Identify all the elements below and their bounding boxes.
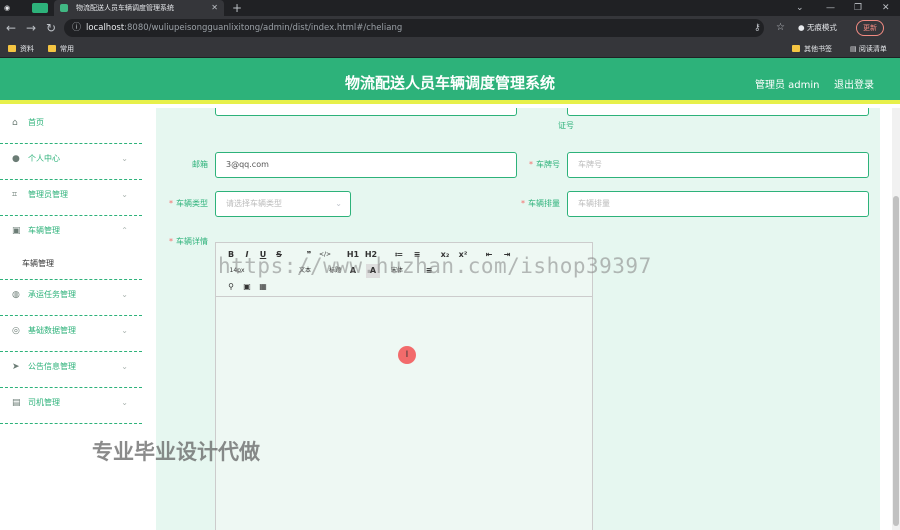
reading-list[interactable]: ▤ 阅读清单 bbox=[850, 40, 887, 58]
sidebar-item-notices[interactable]: ➤ 公告信息管理 ⌄ bbox=[0, 352, 142, 388]
watermark-text: 专业毕业设计代做 bbox=[92, 440, 260, 464]
site-info-icon[interactable]: ⓘ bbox=[72, 19, 81, 37]
chevron-down-icon: ⌄ bbox=[121, 190, 128, 199]
folder-icon bbox=[8, 45, 16, 52]
home-icon: ⌂ bbox=[12, 118, 18, 128]
sidebar-item-label: 公告信息管理 bbox=[28, 362, 76, 371]
sidebar-item-profile[interactable]: ● 个人中心 ⌄ bbox=[0, 144, 142, 180]
link-icon[interactable]: ⚲ bbox=[224, 280, 238, 294]
url-input[interactable]: ⓘ localhost:8080/wuliupeisongguanlixiton… bbox=[64, 19, 764, 37]
sidebar-item-label: 管理员管理 bbox=[28, 190, 68, 199]
incognito-label: 无痕模式 bbox=[806, 23, 837, 32]
app-header: 物流配送人员车辆调度管理系统 管理员 admin 退出登录 bbox=[0, 58, 900, 104]
bookmark-folder-changyong[interactable]: 常用 bbox=[48, 40, 74, 58]
vue-favicon-icon bbox=[60, 4, 68, 12]
scrolled-field-label: 证号 bbox=[558, 121, 574, 130]
active-tab[interactable]: 物流配送人员车辆调度管理系统 ✕ bbox=[54, 0, 224, 16]
chevron-down-icon: ⌄ bbox=[121, 398, 128, 407]
page-scrollbar[interactable] bbox=[892, 108, 900, 530]
bookmark-star-icon[interactable]: ☆ bbox=[776, 20, 785, 36]
send-icon: ➤ bbox=[12, 362, 20, 372]
email-field[interactable]: 3@qq.com bbox=[215, 152, 517, 178]
video-icon[interactable]: ▦ bbox=[256, 280, 270, 294]
cursor-indicator: I bbox=[398, 346, 416, 364]
pinned-tab-icon[interactable] bbox=[32, 3, 48, 13]
browser-tabstrip: ◉ 物流配送人员车辆调度管理系统 ✕ + ⌄ — ❐ ✕ bbox=[0, 0, 900, 16]
forward-icon[interactable]: → bbox=[26, 20, 36, 36]
watermark-url: https://www.huzhan.com/ishop39397 bbox=[218, 254, 652, 278]
incognito-icon: ● bbox=[798, 23, 805, 32]
chevron-up-icon: ⌃ bbox=[121, 226, 128, 235]
vehicle-form: 证号 邮箱 3@qq.com * 车牌号 车牌号 * 车辆类型 请选择车辆类型 ⌄ … bbox=[156, 108, 880, 530]
vehicle-type-placeholder: 请选择车辆类型 bbox=[226, 199, 282, 208]
rich-text-editor[interactable]: B I U S ❞ </> H1 H2 ≔ ≡ x₂ x² ⇤ ⇥ 14px 文… bbox=[215, 242, 593, 530]
chevron-down-icon: ⌄ bbox=[121, 154, 128, 163]
sidebar-item-vehicles[interactable]: ▣ 车辆管理 ⌃ bbox=[0, 216, 142, 252]
chevron-down-icon: ⌄ bbox=[121, 362, 128, 371]
crop-icon: ⌗ bbox=[12, 190, 18, 200]
browser-menu-icon[interactable]: ◉ bbox=[4, 0, 18, 16]
sidebar-item-drivers[interactable]: ▤ 司机管理 ⌄ bbox=[0, 388, 142, 424]
bookmarks-bar: 资料 常用 其他书签 ▤ 阅读清单 bbox=[0, 40, 900, 58]
tab-search-icon[interactable]: ⌄ bbox=[796, 0, 804, 16]
vehicle-type-label: * 车辆类型 bbox=[169, 199, 208, 208]
scrolled-input-left[interactable] bbox=[215, 108, 517, 116]
incognito-indicator[interactable]: ● 无痕模式 bbox=[798, 21, 837, 35]
sidebar-item-base-data[interactable]: ◎ 基础数据管理 ⌄ bbox=[0, 316, 142, 352]
back-icon[interactable]: ← bbox=[6, 20, 16, 36]
main-content: 证号 邮箱 3@qq.com * 车牌号 车牌号 * 车辆类型 请选择车辆类型 ⌄ … bbox=[142, 108, 892, 530]
sidebar-item-label: 承运任务管理 bbox=[28, 290, 76, 299]
new-tab-icon[interactable]: + bbox=[232, 0, 242, 16]
sidebar-item-admins[interactable]: ⌗ 管理员管理 ⌄ bbox=[0, 180, 142, 216]
close-window-icon[interactable]: ✕ bbox=[882, 0, 890, 16]
plate-label: * 车牌号 bbox=[529, 160, 560, 169]
chevron-down-icon: ⌄ bbox=[121, 290, 128, 299]
scrollbar-thumb[interactable] bbox=[893, 196, 899, 526]
globe-icon: ◍ bbox=[12, 290, 20, 300]
compass-icon: ◎ bbox=[12, 326, 20, 336]
vehicle-type-select[interactable]: 请选择车辆类型 ⌄ bbox=[215, 191, 351, 217]
sidebar-item-home[interactable]: ⌂ 首页 bbox=[0, 108, 142, 144]
email-label: 邮箱 bbox=[192, 160, 208, 169]
current-user: 管理员 admin bbox=[755, 80, 820, 91]
scrolled-input-right[interactable] bbox=[567, 108, 869, 116]
folder-icon bbox=[48, 45, 56, 52]
chevron-down-icon: ⌄ bbox=[121, 326, 128, 335]
user-icon: ● bbox=[12, 154, 20, 164]
url-path: :8080/wuliupeisongguanlixitong/admin/dis… bbox=[124, 23, 403, 33]
sidebar-item-tasks[interactable]: ◍ 承运任务管理 ⌄ bbox=[0, 280, 142, 316]
clipboard-icon: ▣ bbox=[12, 226, 21, 236]
update-button[interactable]: 更新 bbox=[856, 20, 884, 36]
capacity-label: * 车辆排量 bbox=[521, 199, 560, 208]
sidebar-item-label: 基础数据管理 bbox=[28, 326, 76, 335]
sidebar-item-label: 首页 bbox=[28, 118, 44, 127]
bookmark-folder-other[interactable]: 其他书签 bbox=[792, 40, 832, 58]
capacity-input[interactable]: 车辆排量 bbox=[567, 191, 869, 217]
folder-icon bbox=[792, 45, 800, 52]
vehicle-detail-label: * 车辆详情 bbox=[169, 237, 208, 246]
sidebar-item-label: 司机管理 bbox=[28, 398, 60, 407]
close-tab-icon[interactable]: ✕ bbox=[211, 0, 218, 16]
logout-link[interactable]: 退出登录 bbox=[834, 76, 874, 91]
reload-icon[interactable]: ↻ bbox=[46, 20, 56, 36]
list-icon: ▤ bbox=[12, 398, 21, 408]
sidebar-item-label: 车辆管理 bbox=[28, 226, 60, 235]
sidebar: ⌂ 首页 ● 个人中心 ⌄ ⌗ 管理员管理 ⌄ ▣ 车辆管理 ⌃ 车辆管理 ◍ … bbox=[0, 108, 142, 426]
tab-title: 物流配送人员车辆调度管理系统 bbox=[76, 4, 174, 12]
bookmark-folder-ziliao[interactable]: 资料 bbox=[8, 40, 34, 58]
chevron-down-icon: ⌄ bbox=[335, 199, 342, 208]
minimize-icon[interactable]: — bbox=[826, 0, 835, 16]
sidebar-item-label: 个人中心 bbox=[28, 154, 60, 163]
reading-list-icon: ▤ bbox=[850, 45, 859, 53]
submenu-item-vehicles[interactable]: 车辆管理 bbox=[0, 250, 142, 280]
image-icon[interactable]: ▣ bbox=[240, 280, 254, 294]
url-host: localhost bbox=[86, 23, 125, 33]
restore-icon[interactable]: ❐ bbox=[854, 0, 862, 16]
address-bar-row: ← → ↻ ⓘ localhost:8080/wuliupeisongguanl… bbox=[0, 16, 900, 40]
plate-input[interactable]: 车牌号 bbox=[567, 152, 869, 178]
key-icon[interactable]: ⚷ bbox=[754, 20, 761, 36]
